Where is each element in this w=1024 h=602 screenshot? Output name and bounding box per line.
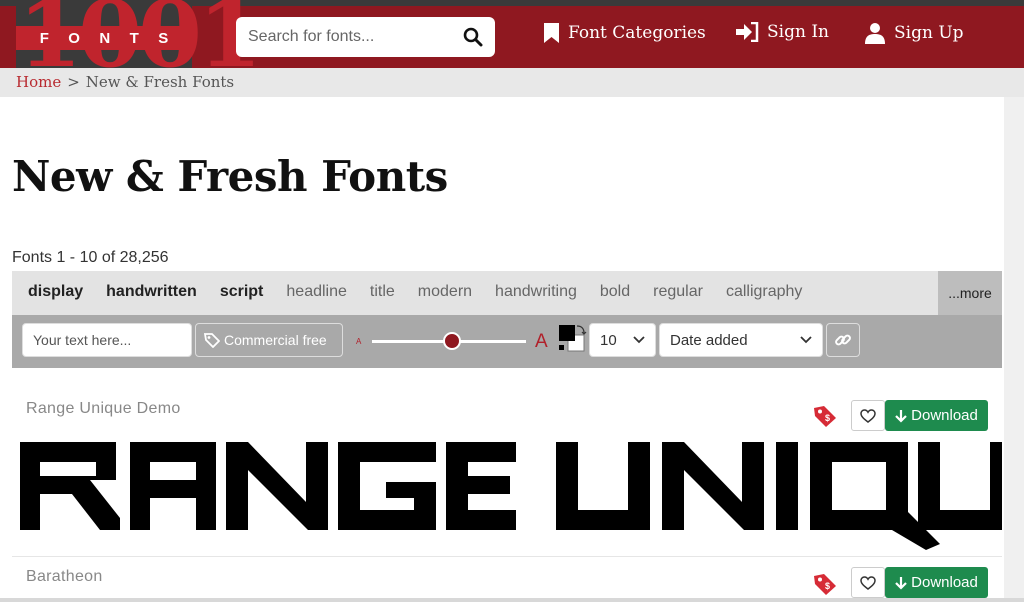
- tag-link[interactable]: modern: [418, 283, 472, 301]
- sort-select[interactable]: Date added: [659, 323, 823, 357]
- page-scrollbar[interactable]: [1004, 97, 1024, 602]
- logo-letter: S: [158, 29, 169, 47]
- tag-link[interactable]: bold: [600, 283, 630, 301]
- heart-icon: [860, 575, 876, 590]
- filter-bar: Commercial free A A 10 Date added: [12, 315, 1002, 368]
- favorite-button[interactable]: [851, 567, 885, 598]
- bottom-edge: [0, 598, 1024, 602]
- price-tag-icon: [204, 333, 220, 348]
- svg-text:$: $: [825, 413, 830, 423]
- download-label: Download: [911, 574, 978, 591]
- nav-label: Sign In: [767, 22, 829, 42]
- font-preview-glyphs: [20, 442, 1002, 550]
- tag-link[interactable]: display: [28, 283, 83, 301]
- font-preview-image[interactable]: [16, 440, 1002, 552]
- site-logo[interactable]: 1001 F O N T S: [16, 0, 262, 80]
- search-icon[interactable]: [463, 27, 483, 47]
- more-tags-button[interactable]: ...more: [938, 271, 1002, 315]
- tag-link[interactable]: script: [220, 283, 264, 301]
- font-size-large-label: A: [535, 331, 548, 352]
- preview-text-input[interactable]: [22, 323, 192, 357]
- font-name[interactable]: Baratheon: [26, 568, 103, 586]
- breadcrumb-bar: Home > New & Fresh Fonts: [0, 68, 1024, 97]
- svg-text:$: $: [825, 581, 830, 591]
- entry-divider: [12, 556, 1002, 557]
- favorite-button[interactable]: [851, 400, 885, 431]
- tag-link[interactable]: regular: [653, 283, 703, 301]
- tag-link[interactable]: calligraphy: [726, 283, 802, 301]
- per-page-value: 10: [600, 331, 617, 349]
- breadcrumb: Home > New & Fresh Fonts: [16, 73, 234, 91]
- user-icon: [865, 23, 885, 44]
- logo-letter: T: [129, 29, 139, 47]
- commercial-use-tag-icon: $: [814, 406, 836, 427]
- commercial-free-label: Commercial free: [224, 332, 327, 348]
- chevron-down-icon: [633, 336, 645, 344]
- permalink-button[interactable]: [826, 323, 860, 357]
- per-page-select[interactable]: 10: [589, 323, 656, 357]
- tag-bar: display handwritten script headline title mod…: [12, 271, 1002, 315]
- link-icon: [835, 334, 851, 346]
- breadcrumb-home-link[interactable]: Home: [16, 73, 61, 91]
- nav-label: Font Categories: [568, 23, 706, 43]
- bookmark-icon: [544, 23, 559, 43]
- nav-font-categories[interactable]: Font Categories: [543, 22, 706, 44]
- logo-letter: N: [99, 29, 111, 47]
- commercial-free-button[interactable]: Commercial free: [195, 323, 343, 357]
- page-title: New & Fresh Fonts: [12, 152, 448, 201]
- font-size-slider-handle[interactable]: [443, 332, 461, 350]
- logo-letter: O: [68, 29, 80, 47]
- breadcrumb-current: New & Fresh Fonts: [85, 73, 235, 91]
- arrow-down-icon: [895, 576, 907, 590]
- breadcrumb-separator: >: [67, 73, 80, 91]
- sort-value: Date added: [670, 331, 748, 349]
- tag-link[interactable]: title: [370, 283, 395, 301]
- heart-icon: [860, 408, 876, 423]
- font-name[interactable]: Range Unique Demo: [26, 400, 181, 418]
- download-label: Download: [911, 407, 978, 424]
- tag-link[interactable]: headline: [286, 283, 347, 301]
- tag-list: display handwritten script headline title mod…: [28, 283, 825, 301]
- nav-sign-in[interactable]: Sign In: [735, 22, 829, 42]
- tag-link[interactable]: handwriting: [495, 283, 577, 301]
- logo-word: F O N T S: [16, 26, 192, 50]
- sign-in-icon: [736, 22, 759, 42]
- results-count: Fonts 1 - 10 of 28,256: [12, 249, 169, 266]
- font-size-small-label: A: [356, 337, 362, 346]
- tag-link[interactable]: handwritten: [106, 283, 197, 301]
- search-input[interactable]: [248, 28, 458, 46]
- logo-letter: F: [39, 29, 49, 47]
- arrow-down-icon: [895, 409, 907, 423]
- nav-sign-up[interactable]: Sign Up: [864, 22, 964, 44]
- color-swap-icon[interactable]: [557, 323, 587, 353]
- search-box[interactable]: [236, 17, 495, 57]
- nav-label: Sign Up: [894, 23, 964, 43]
- commercial-use-tag-icon: $: [814, 574, 836, 595]
- chevron-down-icon: [800, 336, 812, 344]
- download-button[interactable]: Download: [885, 567, 988, 598]
- download-button[interactable]: Download: [885, 400, 988, 431]
